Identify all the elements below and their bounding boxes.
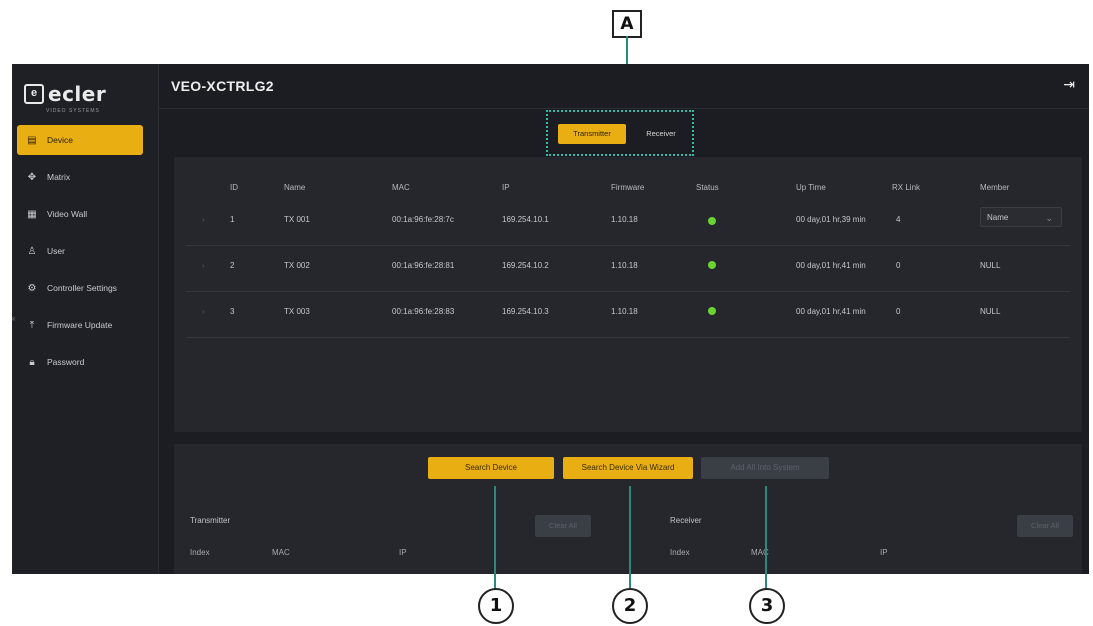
table-row[interactable]: › 2 TX 002 00:1a:96:fe:28:81 169.254.10.… <box>186 247 1070 292</box>
member-select[interactable]: Name ⌄ <box>980 207 1062 227</box>
gear-icon: ⚙ <box>27 282 37 294</box>
sidebar-item-controller-settings[interactable]: ⚙ Controller Settings <box>17 273 143 303</box>
receiver-ip-header: IP <box>880 548 888 557</box>
cell-ip: 169.254.10.1 <box>502 215 549 224</box>
sidebar-nav: ▤ Device ✥ Matrix ▦ Video Wall ♙ User ⚙ … <box>17 125 143 384</box>
discovery-panel: Search Device Search Device Via Wizard A… <box>174 444 1082 574</box>
sidebar-item-firmware-update[interactable]: ⤒ Firmware Update <box>17 310 143 340</box>
search-device-button[interactable]: Search Device <box>428 457 554 479</box>
logout-icon[interactable]: ⇥ <box>1063 76 1075 93</box>
sidebar-item-label: Video Wall <box>47 209 88 219</box>
cell-ip: 169.254.10.3 <box>502 307 549 316</box>
cell-uptime: 00 day,01 hr,41 min <box>796 261 866 270</box>
sidebar-item-label: Firmware Update <box>47 320 113 330</box>
cell-rxlink: 4 <box>896 215 901 224</box>
cell-member: NULL <box>980 307 1001 316</box>
callout-label-3: 3 <box>749 588 785 624</box>
user-icon: ♙ <box>27 245 37 257</box>
clear-all-transmitter-button[interactable]: Clear All <box>535 515 591 537</box>
cell-mac: 00:1a:96:fe:28:7c <box>392 215 454 224</box>
clear-all-receiver-button[interactable]: Clear All <box>1017 515 1073 537</box>
column-header-rxlink: RX Link <box>892 183 921 192</box>
brand-name: ecler <box>48 82 107 106</box>
column-header-firmware: Firmware <box>611 183 645 192</box>
chevron-down-icon: ⌄ <box>1045 213 1053 223</box>
transmitter-mac-header: MAC <box>272 548 290 557</box>
collapse-sidebar-icon[interactable]: « <box>12 314 15 323</box>
cell-ip: 169.254.10.2 <box>502 261 549 270</box>
brand-mark-icon: e <box>24 84 44 104</box>
device-type-tabs: Transmitter Receiver <box>546 110 694 156</box>
brand-logo: e ecler <box>24 82 106 106</box>
sidebar-item-matrix[interactable]: ✥ Matrix <box>17 162 143 192</box>
sidebar-item-user[interactable]: ♙ User <box>17 236 143 266</box>
cell-member: NULL <box>980 261 1001 270</box>
cell-id: 3 <box>230 307 235 316</box>
column-header-ip: IP <box>502 183 510 192</box>
cell-uptime: 00 day,01 hr,39 min <box>796 215 866 224</box>
tab-receiver[interactable]: Receiver <box>636 124 686 144</box>
device-table: ID Name MAC IP Firmware Status Up Time R… <box>174 157 1082 432</box>
member-select-value: Name <box>987 213 1009 222</box>
expand-row-icon[interactable]: › <box>202 307 205 316</box>
search-device-wizard-button[interactable]: Search Device Via Wizard <box>563 457 693 479</box>
column-header-uptime: Up Time <box>796 183 826 192</box>
table-row[interactable]: › 3 TX 003 00:1a:96:fe:28:83 169.254.10.… <box>186 293 1070 338</box>
cell-id: 1 <box>230 215 235 224</box>
cell-firmware: 1.10.18 <box>611 215 638 224</box>
sidebar-item-label: Device <box>47 135 73 145</box>
page-title: VEO-XCTRLG2 <box>171 78 274 94</box>
sidebar-item-video-wall[interactable]: ▦ Video Wall <box>17 199 143 229</box>
sidebar: e ecler VIDEO SYSTEMS ▤ Device ✥ Matrix … <box>12 64 159 574</box>
lock-icon: 🔒︎ <box>29 356 35 368</box>
callout-label-1: 1 <box>478 588 514 624</box>
cell-name: TX 002 <box>284 261 310 270</box>
column-header-name: Name <box>284 183 306 192</box>
cell-name: TX 001 <box>284 215 310 224</box>
receiver-index-header: Index <box>670 548 690 557</box>
cell-uptime: 00 day,01 hr,41 min <box>796 307 866 316</box>
status-online-icon <box>708 217 716 225</box>
status-online-icon <box>708 307 716 315</box>
transmitter-ip-header: IP <box>399 548 407 557</box>
sidebar-item-label: Controller Settings <box>47 283 117 293</box>
callout-line-3 <box>765 486 767 590</box>
videowall-icon: ▦ <box>27 208 37 220</box>
column-header-id: ID <box>230 183 238 192</box>
device-icon: ▤ <box>27 134 37 146</box>
matrix-icon: ✥ <box>27 171 37 183</box>
cell-rxlink: 0 <box>896 261 901 270</box>
sidebar-item-label: Password <box>47 357 85 367</box>
transmitter-list-label: Transmitter <box>190 516 231 525</box>
column-header-status: Status <box>696 183 719 192</box>
cell-name: TX 003 <box>284 307 310 316</box>
add-all-into-system-button[interactable]: Add All Into System <box>701 457 829 479</box>
expand-row-icon[interactable]: › <box>202 215 205 224</box>
sidebar-item-label: User <box>47 246 65 256</box>
callout-line-1 <box>494 486 496 590</box>
upload-icon: ⤒ <box>29 319 35 331</box>
sidebar-item-device[interactable]: ▤ Device <box>17 125 143 155</box>
brand-subtitle: VIDEO SYSTEMS <box>46 108 100 114</box>
cell-firmware: 1.10.18 <box>611 261 638 270</box>
expand-row-icon[interactable]: › <box>202 261 205 270</box>
sidebar-item-label: Matrix <box>47 172 71 182</box>
receiver-list-label: Receiver <box>670 516 702 525</box>
cell-id: 2 <box>230 261 235 270</box>
cell-firmware: 1.10.18 <box>611 307 638 316</box>
column-header-member: Member <box>980 183 1010 192</box>
cell-mac: 00:1a:96:fe:28:81 <box>392 261 455 270</box>
column-header-mac: MAC <box>392 183 410 192</box>
top-bar: VEO-XCTRLG2 ⇥ <box>159 64 1089 109</box>
callout-label-2: 2 <box>612 588 648 624</box>
tab-transmitter[interactable]: Transmitter <box>558 124 626 144</box>
cell-rxlink: 0 <box>896 307 901 316</box>
transmitter-index-header: Index <box>190 548 210 557</box>
sidebar-item-password[interactable]: 🔒︎ Password <box>17 347 143 377</box>
status-online-icon <box>708 261 716 269</box>
cell-mac: 00:1a:96:fe:28:83 <box>392 307 455 316</box>
table-row[interactable]: › 1 TX 001 00:1a:96:fe:28:7c 169.254.10.… <box>186 201 1070 246</box>
callout-label-a: A <box>612 10 642 38</box>
callout-line-2 <box>629 486 631 590</box>
